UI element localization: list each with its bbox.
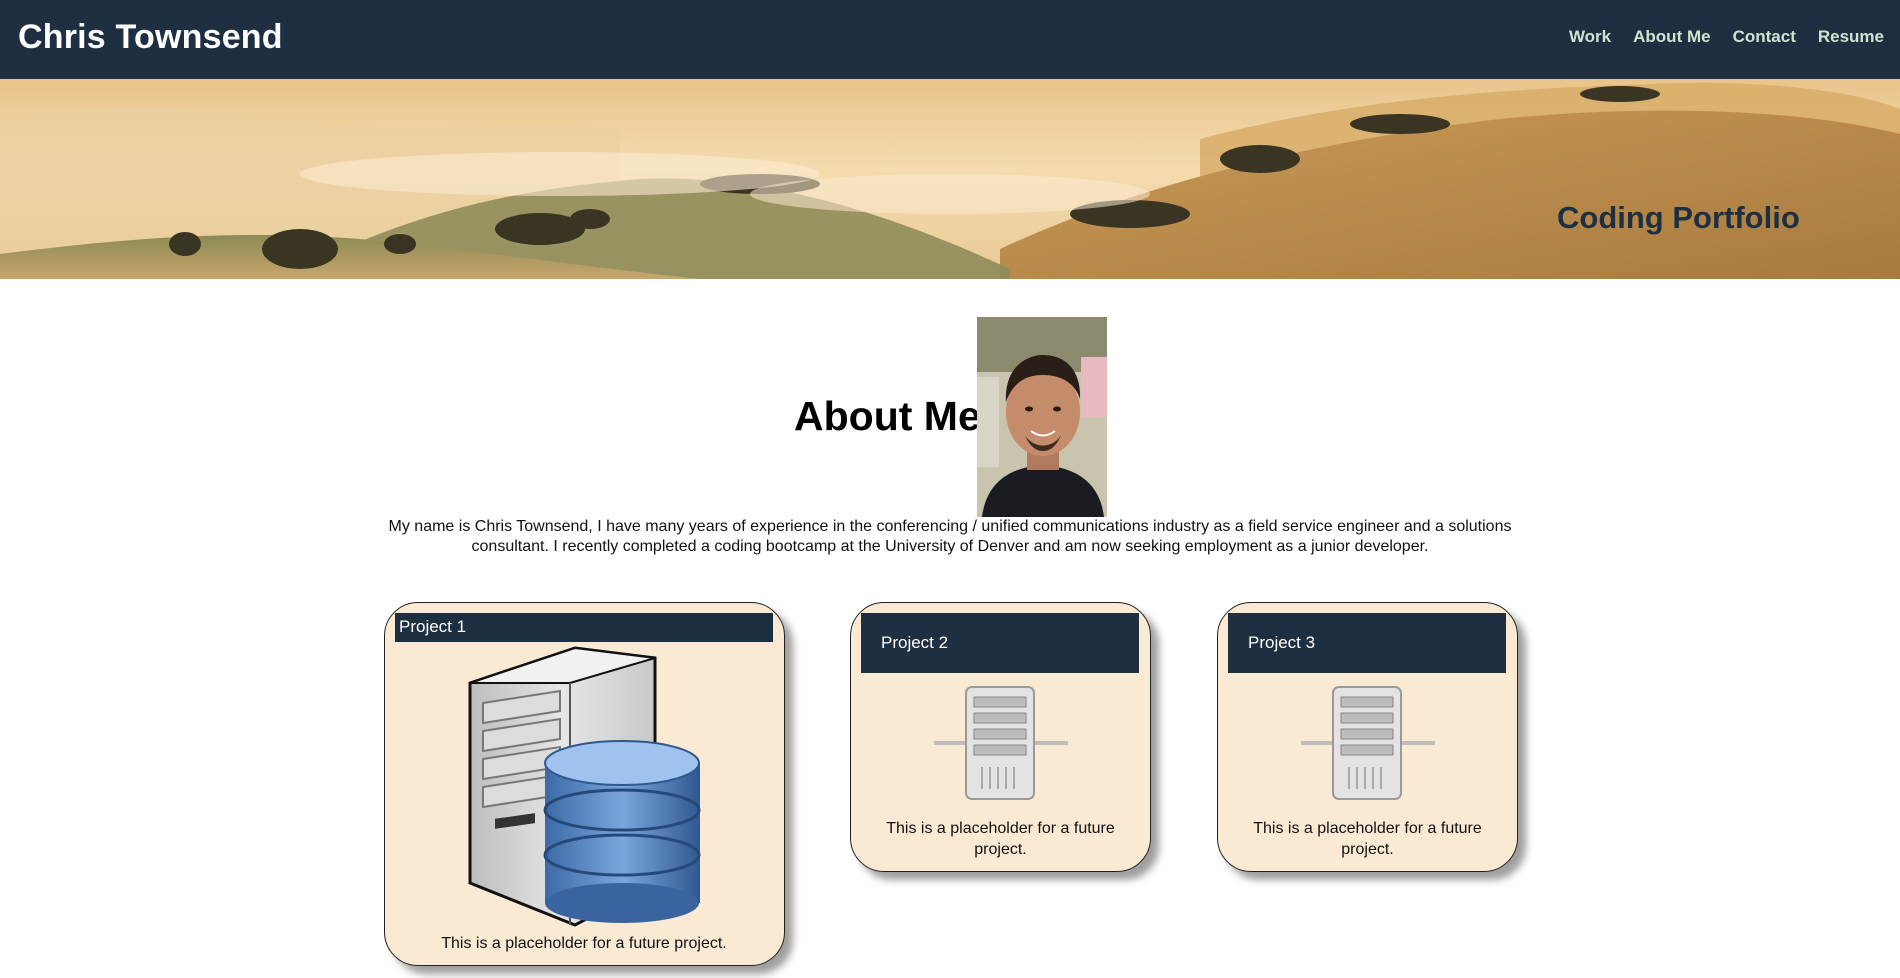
project-card-2[interactable]: Project 2 This is a placeholder for a fu…	[850, 602, 1151, 872]
hero-caption: Coding Portfolio	[1557, 200, 1800, 235]
about-bio: My name is Chris Townsend, I have many y…	[388, 518, 1512, 555]
hills-landscape-image	[0, 79, 1900, 279]
project-3-title: Project 3	[1228, 613, 1506, 673]
nav-link-work[interactable]: Work	[1569, 27, 1611, 47]
server-icon	[1301, 686, 1435, 800]
project-2-description: This is a placeholder for a future proje…	[886, 820, 1115, 858]
project-card-1[interactable]: Project 1 This is a placeholder for a fu…	[384, 602, 785, 966]
profile-photo	[977, 317, 1107, 517]
site-header: Chris Townsend Work About Me Contact Res…	[0, 0, 1900, 79]
project-card-3[interactable]: Project 3 This is a placeholder for a fu…	[1217, 602, 1518, 872]
database-server-icon	[468, 646, 701, 927]
main-nav: Work About Me Contact Resume	[1569, 27, 1900, 47]
server-icon	[934, 686, 1068, 800]
nav-link-contact[interactable]: Contact	[1733, 27, 1796, 47]
project-2-title: Project 2	[861, 613, 1139, 673]
nav-link-about-me[interactable]: About Me	[1633, 27, 1710, 47]
hero-banner: Coding Portfolio	[0, 79, 1900, 279]
project-1-description: This is a placeholder for a future proje…	[441, 935, 727, 952]
nav-link-resume[interactable]: Resume	[1818, 27, 1884, 47]
about-heading: About Me	[794, 393, 981, 439]
project-3-description: This is a placeholder for a future proje…	[1253, 820, 1482, 858]
project-1-title: Project 1	[395, 613, 773, 642]
site-title[interactable]: Chris Townsend	[18, 18, 283, 57]
profile-photo-image	[977, 317, 1107, 517]
